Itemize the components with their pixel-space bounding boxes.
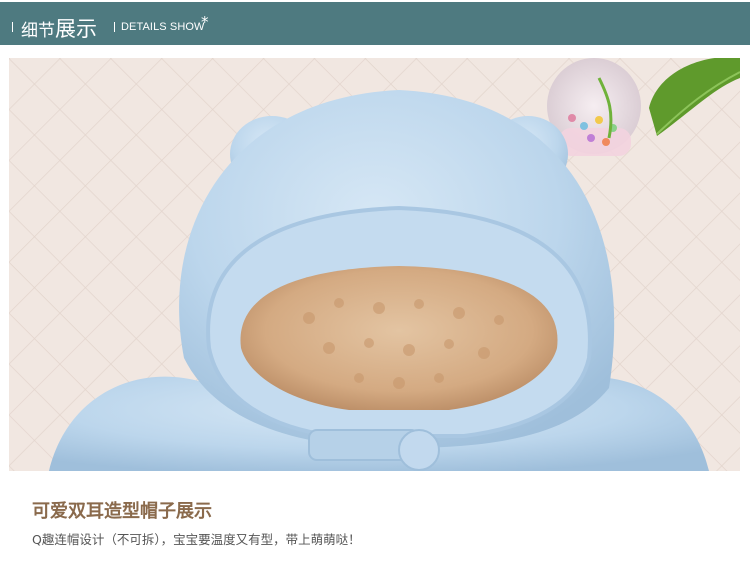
section-subtitle: DETAILS SHOW (121, 21, 205, 33)
section-title-part-1: 细节 (21, 21, 55, 41)
header-divider-left (12, 22, 13, 32)
section-title: 细节展示 (21, 13, 97, 43)
section-header-bar: 细节展示 DETAILS SHOW * (0, 2, 750, 45)
caption-description: Q趣连帽设计（不可拆），宝宝要温度又有型，带上萌萌哒！ (32, 532, 361, 547)
header-divider-right (114, 22, 115, 32)
product-detail-photo (9, 58, 740, 471)
caption-title: 可爱双耳造型帽子展示 (32, 501, 212, 522)
hood-illustration (9, 58, 740, 471)
section-title-part-2: 展示 (55, 17, 97, 41)
star-icon: * (201, 13, 209, 31)
toggle-button-icon (398, 429, 440, 471)
